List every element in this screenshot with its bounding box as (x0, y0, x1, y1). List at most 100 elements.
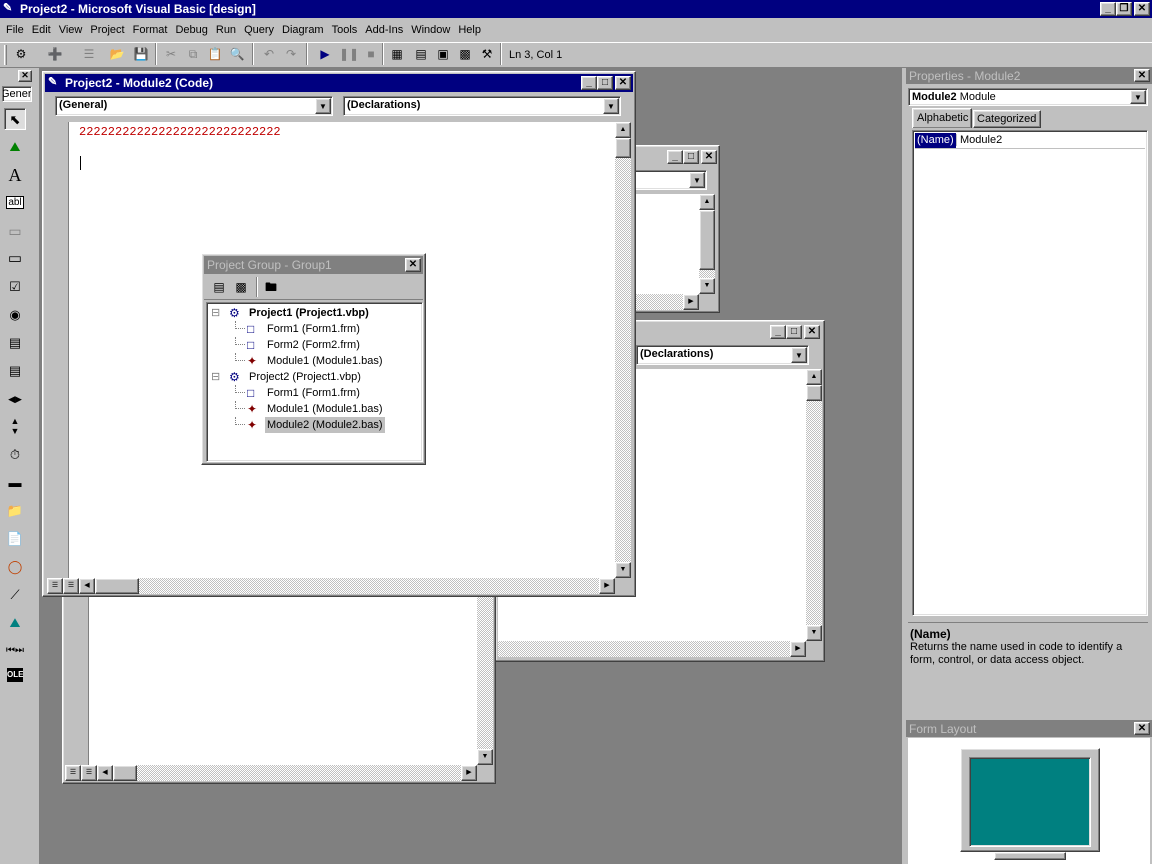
menu-tools[interactable]: Tools (328, 21, 362, 39)
background-code-window-3[interactable]: ▼ ☰ ☰ ◀ ▶ (62, 590, 496, 784)
undo-icon[interactable]: ↶ (258, 43, 280, 65)
scroll-left-icon[interactable]: ◀ (79, 578, 95, 594)
toolbar-grip[interactable] (4, 45, 7, 65)
scroll-up-icon[interactable]: ▲ (699, 194, 715, 210)
add-form-icon[interactable]: ➕ (44, 43, 66, 65)
toolbox-tab-general[interactable]: Genera (2, 86, 32, 102)
vscrollbar-icon[interactable]: ▲ ▼ (4, 416, 26, 438)
hscrollbar-icon[interactable]: ◀▶ (4, 388, 26, 410)
vertical-scrollbar[interactable]: ▲ ▼ (699, 194, 715, 294)
maximize-button[interactable]: □ (597, 76, 613, 90)
listbox-icon[interactable]: ▤ (4, 360, 26, 382)
toolbox-close-button[interactable]: ✕ (18, 70, 32, 82)
scroll-down-icon[interactable]: ▼ (806, 625, 822, 641)
menu-addins[interactable]: Add-Ins (361, 21, 407, 39)
procedure-combo[interactable]: (Declarations) ▼ (636, 345, 809, 365)
view-object-icon[interactable]: ▩ (230, 276, 252, 298)
full-module-view-button[interactable]: ☰ (81, 765, 97, 781)
minimize-button[interactable]: _ (581, 76, 597, 90)
line-icon[interactable]: ⟋ (4, 584, 26, 606)
end-icon[interactable]: ■ (360, 43, 382, 65)
object-selector[interactable]: Module2 Module ▼ (908, 88, 1148, 106)
close-button[interactable]: ✕ (405, 258, 421, 272)
window-titlebar[interactable]: _ □ ✕ (623, 148, 717, 166)
project-tree[interactable]: ⊟ ⚙ Project1 (Project1.vbp) □ Form1 (Form1.f… (206, 302, 423, 462)
break-icon[interactable]: ❚❚ (338, 43, 360, 65)
save-project-icon[interactable]: 💾 (130, 43, 152, 65)
property-row[interactable]: (Name) Module2 (915, 133, 1145, 149)
property-value[interactable]: Module2 (956, 134, 1002, 146)
app-icon[interactable]: ✎ (3, 1, 12, 14)
tab-categorized[interactable]: Categorized (973, 110, 1041, 128)
chevron-down-icon[interactable]: ▼ (315, 98, 331, 114)
close-button[interactable]: ✕ (1134, 2, 1150, 16)
menu-editor-icon[interactable]: ☰ (78, 43, 100, 65)
menu-project[interactable]: Project (86, 21, 128, 39)
scroll-right-icon[interactable]: ▶ (790, 641, 806, 657)
toggle-folders-icon[interactable]: 🖿 (260, 276, 282, 298)
scroll-right-icon[interactable]: ▶ (683, 294, 699, 310)
scroll-thumb[interactable] (806, 385, 822, 401)
checkbox-icon[interactable]: ☑ (4, 276, 26, 298)
frame-icon[interactable]: ▭ (4, 220, 26, 242)
shape-icon[interactable]: ◯ (4, 556, 26, 578)
open-project-icon[interactable]: 📂 (106, 43, 128, 65)
menu-format[interactable]: Format (129, 21, 172, 39)
paste-icon[interactable]: 📋 (204, 43, 226, 65)
form-layout-titlebar[interactable]: Form Layout ✕ (906, 720, 1152, 737)
horizontal-scrollbar[interactable]: ▶ (498, 641, 806, 657)
project-explorer-titlebar[interactable]: Project Group - Group1 ✕ (204, 256, 423, 274)
optionbutton-icon[interactable]: ◉ (4, 304, 26, 326)
commandbutton-icon[interactable]: ▭ (4, 248, 26, 270)
close-button[interactable]: ✕ (1134, 722, 1150, 735)
picturebox-icon[interactable]: ⛰ (4, 136, 26, 158)
vertical-scrollbar[interactable]: ▲ ▼ (806, 369, 822, 641)
textbox-icon[interactable]: abl (4, 192, 26, 214)
maximize-button[interactable]: □ (683, 150, 699, 164)
copy-icon[interactable]: ⧉ (182, 43, 204, 65)
restore-button[interactable]: ❐ (1116, 2, 1132, 16)
menu-edit[interactable]: Edit (28, 21, 55, 39)
app-title-bar[interactable]: ✎ Project2 - Microsoft Visual Basic [des… (0, 0, 1152, 18)
scroll-down-icon[interactable]: ▼ (699, 278, 715, 294)
collapse-icon[interactable]: ⊟ (211, 369, 220, 385)
menu-run[interactable]: Run (212, 21, 240, 39)
form-layout-canvas[interactable] (908, 738, 1150, 864)
timer-icon[interactable]: ⏱ (4, 444, 26, 466)
label-icon[interactable]: A (4, 164, 26, 186)
menu-query[interactable]: Query (240, 21, 278, 39)
properties-titlebar[interactable]: Properties - Module2 ✕ (906, 68, 1152, 84)
chevron-down-icon[interactable]: ▼ (689, 172, 705, 188)
scroll-down-icon[interactable]: ▼ (477, 749, 493, 765)
filelistbox-icon[interactable]: 📄 (4, 528, 26, 550)
start-icon[interactable]: ▶ (314, 43, 336, 65)
scroll-right-icon[interactable]: ▶ (599, 578, 615, 594)
scroll-right-icon[interactable]: ▶ (461, 765, 477, 781)
scroll-down-icon[interactable]: ▼ (615, 562, 631, 578)
scroll-up-icon[interactable]: ▲ (615, 122, 631, 138)
menu-debug[interactable]: Debug (171, 21, 211, 39)
vertical-scrollbar[interactable]: ▲ ▼ (615, 122, 631, 578)
object-browser-icon[interactable]: ▩ (454, 43, 476, 65)
close-button[interactable]: ✕ (1134, 69, 1150, 82)
full-module-view-button[interactable]: ☰ (63, 578, 79, 594)
find-icon[interactable]: 🔍 (226, 43, 248, 65)
dirlistbox-icon[interactable]: 📁 (4, 500, 26, 522)
menu-file[interactable]: File (2, 21, 28, 39)
chevron-down-icon[interactable]: ▼ (791, 347, 807, 363)
maximize-button[interactable]: □ (786, 325, 802, 339)
chevron-down-icon[interactable]: ▼ (1130, 90, 1146, 104)
code-window-titlebar[interactable]: ✎ Project2 - Module2 (Code) _ □ ✕ (45, 74, 633, 92)
scroll-left-icon[interactable]: ◀ (97, 765, 113, 781)
menu-diagram[interactable]: Diagram (278, 21, 328, 39)
collapse-icon[interactable]: ⊟ (211, 305, 220, 321)
minimize-button[interactable]: _ (1100, 2, 1116, 16)
toolbox-icon[interactable]: ⚒ (476, 43, 498, 65)
scroll-thumb[interactable] (95, 578, 139, 594)
cut-icon[interactable]: ✂ (160, 43, 182, 65)
minimize-button[interactable]: _ (770, 325, 786, 339)
project-explorer-window[interactable]: Project Group - Group1 ✕ ▤ ▩ 🖿 ⊟ ⚙ Project… (201, 253, 426, 465)
procedure-combo[interactable]: (Declarations) ▼ (343, 96, 621, 116)
monitor-screen[interactable] (969, 757, 1091, 847)
vertical-scrollbar[interactable]: ▼ (477, 593, 493, 765)
